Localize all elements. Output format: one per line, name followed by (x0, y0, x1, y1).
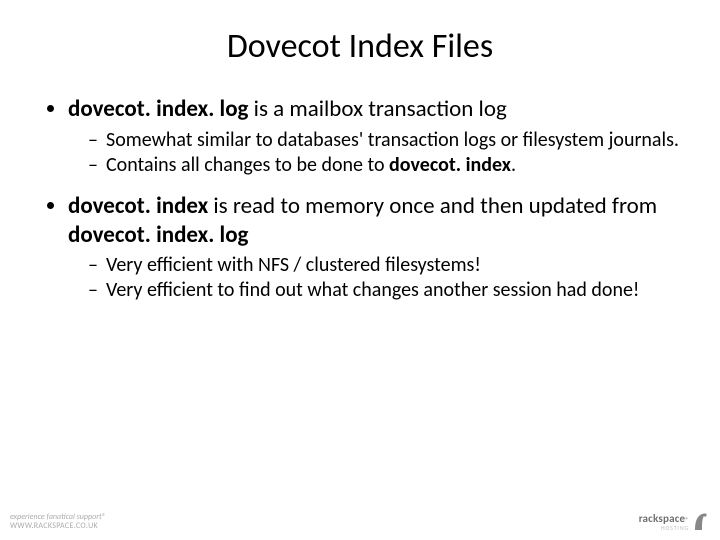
bullet-2-sub-2: Very efficient to find out what changes … (88, 278, 680, 303)
bullet-1-bold: dovecot. index. log (68, 95, 248, 123)
rackspace-text-block: rackspace® HOSTING (639, 512, 689, 532)
bullet-1: dovecot. index. log is a mailbox transac… (68, 95, 680, 178)
bullet-1-sub-2-b: dovecot. index (389, 153, 511, 177)
bullet-1-sub-2-a: Contains all changes to be done to (106, 153, 389, 177)
bullet-1-sub-1: Somewhat similar to databases' transacti… (88, 128, 680, 153)
slide-content: Dovecot Index Files dovecot. index. log … (0, 0, 720, 303)
footer-left: experience fanatical support® WWW.RACKSP… (10, 513, 106, 532)
bullet-list: dovecot. index. log is a mailbox transac… (40, 95, 680, 303)
footer-right: rackspace® HOSTING (639, 512, 710, 532)
bullet-1-sublist: Somewhat similar to databases' transacti… (68, 128, 680, 178)
bullet-1-sub-2: Contains all changes to be done to dovec… (88, 153, 680, 178)
bullet-2-b: is read to memory once and then updated … (208, 192, 657, 220)
bullet-1-sub-2-c: . (511, 153, 516, 177)
bullet-2-a: dovecot. index (68, 192, 208, 220)
bullet-2: dovecot. index is read to memory once an… (68, 192, 680, 304)
slide-footer: experience fanatical support® WWW.RACKSP… (10, 512, 710, 532)
rackspace-logo: rackspace® HOSTING (639, 512, 710, 532)
bullet-2-sub-1: Very efficient with NFS / clustered file… (88, 253, 680, 278)
bullet-2-c: dovecot. index. log (68, 221, 248, 249)
bullet-2-sublist: Very efficient with NFS / clustered file… (68, 253, 680, 303)
bullet-1-rest: is a mailbox transaction log (248, 95, 506, 123)
slide-title: Dovecot Index Files (40, 26, 680, 67)
footer-url: WWW.RACKSPACE.CO.UK (10, 522, 106, 532)
rackspace-icon (692, 512, 710, 532)
rackspace-sub: HOSTING (639, 524, 689, 532)
